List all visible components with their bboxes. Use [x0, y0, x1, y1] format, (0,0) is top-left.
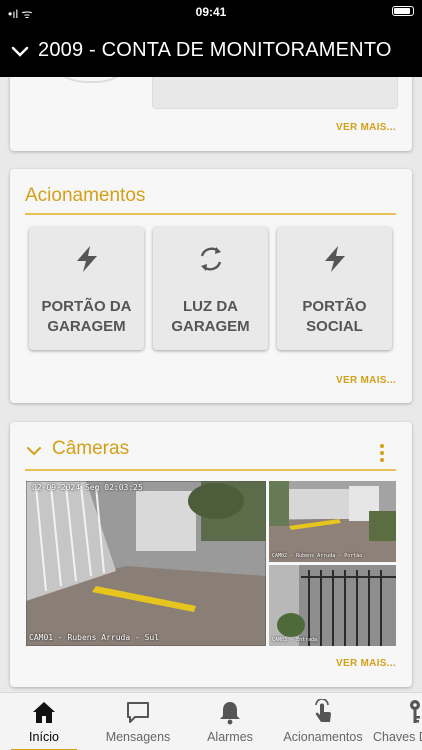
- more-options-icon[interactable]: [380, 444, 384, 462]
- camera-feed-3[interactable]: CAM03 - Entrada: [269, 565, 396, 646]
- account-header[interactable]: 2009 - CONTA DE MONITORAMENTO: [0, 24, 422, 77]
- alarm-status-indicator[interactable]: [40, 77, 142, 83]
- tab-label: Chaves D: [373, 730, 422, 744]
- divider: [25, 469, 396, 471]
- alarm-status-panel: [152, 77, 398, 109]
- camera-image: [269, 481, 396, 562]
- camera-image: [26, 481, 266, 646]
- monitoring-more-link[interactable]: VER MAIS...: [336, 122, 396, 133]
- chevron-down-icon[interactable]: [10, 41, 30, 61]
- tab-alarmes[interactable]: Alarmes: [183, 693, 277, 750]
- monitoring-card: VER MAIS...: [10, 77, 412, 151]
- chevron-down-icon[interactable]: [26, 445, 42, 457]
- portao-garagem-button[interactable]: PORTÃO DA GARAGEM: [29, 227, 144, 350]
- camera-feed-main[interactable]: 02-09-2024 Seg 02:03:25 CAM01 - Rubens A…: [26, 481, 266, 646]
- button-label: LUZ DA GARAGEM: [171, 298, 250, 335]
- cameras-card: Câmeras 02-09-2024 Seg 02:03:25 CAM01 - …: [10, 422, 412, 687]
- refresh-icon: [153, 243, 268, 275]
- button-label: PORTÃO DA GARAGEM: [41, 298, 132, 335]
- status-time: 09:41: [195, 5, 227, 19]
- acionamentos-card: Acionamentos PORTÃO DA GARAGEM LUZ DA GA…: [10, 169, 412, 403]
- tab-acionamentos[interactable]: Acionamentos: [276, 693, 370, 750]
- tab-mensagens[interactable]: Mensagens: [91, 693, 185, 750]
- tab-label: Acionamentos: [283, 730, 363, 744]
- camera-grid: 02-09-2024 Seg 02:03:25 CAM01 - Rubens A…: [26, 481, 396, 646]
- acionamentos-more-link[interactable]: VER MAIS...: [336, 375, 396, 386]
- battery-icon: [392, 6, 414, 16]
- camera-caption: CAM03 - Entrada: [272, 637, 318, 643]
- divider: [25, 213, 396, 215]
- touch-hand-icon: [276, 699, 370, 725]
- lightning-icon: [29, 243, 144, 275]
- status-bar: •ıl ᯤ 09:41: [0, 0, 422, 24]
- account-title: 2009 - CONTA DE MONITORAMENTO: [38, 39, 392, 61]
- luz-garagem-button[interactable]: LUZ DA GARAGEM: [153, 227, 268, 350]
- main-scroll-area[interactable]: VER MAIS... Acionamentos PORTÃO DA GARAG…: [0, 77, 422, 692]
- home-icon: [0, 699, 91, 725]
- cameras-title: Câmeras: [52, 438, 130, 459]
- camera-feed-2[interactable]: CAM02 - Rubens Arruda - Portão: [269, 481, 396, 562]
- lightning-icon: [277, 243, 392, 275]
- camera-caption: CAM02 - Rubens Arruda - Portão: [272, 553, 363, 559]
- key-icon: [369, 699, 422, 725]
- tab-inicio[interactable]: Início: [0, 693, 91, 750]
- tab-chaves[interactable]: Chaves D: [369, 693, 422, 750]
- camera-image: [269, 565, 396, 646]
- portao-social-button[interactable]: PORTÃO SOCIAL: [277, 227, 392, 350]
- message-icon: [91, 699, 185, 725]
- bottom-tab-bar: Início Mensagens Alarmes Acionamentos Ch…: [0, 692, 422, 750]
- camera-caption: CAM01 - Rubens Arruda - Sul: [29, 633, 160, 642]
- acionamentos-title: Acionamentos: [25, 185, 146, 206]
- cameras-more-link[interactable]: VER MAIS...: [336, 658, 396, 669]
- button-label: PORTÃO SOCIAL: [302, 298, 367, 335]
- bell-icon: [183, 699, 277, 725]
- camera-timestamp: 02-09-2024 Seg 02:03:25: [32, 483, 143, 492]
